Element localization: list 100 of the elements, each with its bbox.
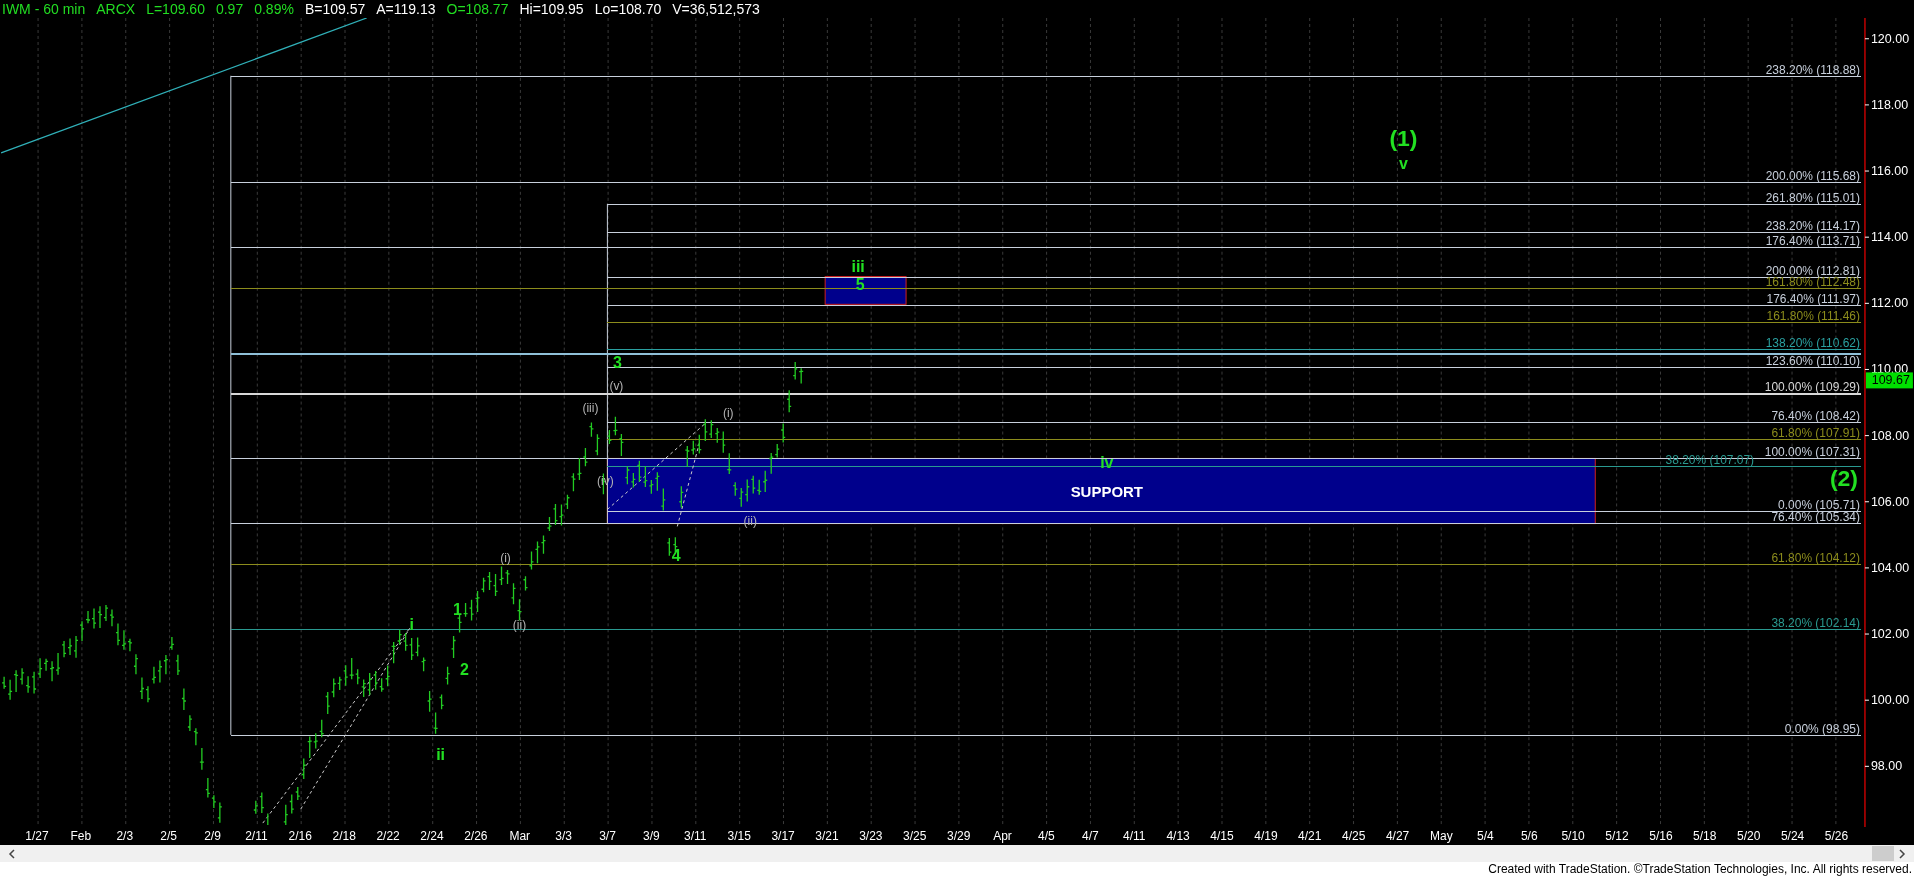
date-axis-label: Feb bbox=[69, 829, 93, 844]
wave-label: 3 bbox=[612, 354, 622, 372]
date-axis-label: 4/27 bbox=[1384, 829, 1411, 844]
quote-field: B=109.57 bbox=[304, 1, 366, 17]
fibonacci-label: 38.20% (102.14) bbox=[1771, 616, 1860, 631]
quote-field: Hi=109.95 bbox=[519, 1, 584, 17]
zone-label: SUPPORT bbox=[1070, 483, 1143, 501]
date-axis-label: 3/15 bbox=[726, 829, 752, 844]
date-axis-label: Mar bbox=[508, 829, 532, 844]
price-axis-label: 104.00 bbox=[1870, 560, 1910, 575]
date-axis-label: 4/11 bbox=[1121, 829, 1147, 844]
fibonacci-label: 61.80% (104.12) bbox=[1771, 551, 1860, 566]
quote-field: O=108.77 bbox=[446, 1, 509, 17]
wave-label: iii bbox=[851, 258, 865, 276]
quote-field: Lo=108.70 bbox=[594, 1, 662, 17]
scroll-left-icon[interactable] bbox=[8, 848, 16, 859]
fibonacci-label: 176.40% (111.97) bbox=[1766, 291, 1860, 306]
wave-label: (v) bbox=[609, 378, 624, 393]
wave-label: 1 bbox=[453, 600, 462, 618]
fibonacci-label: 138.20% (110.62) bbox=[1765, 335, 1860, 350]
date-axis-label: 4/7 bbox=[1080, 829, 1100, 844]
fibonacci-label: 0.00% (105.71) bbox=[1778, 498, 1860, 513]
date-axis-label: 3/29 bbox=[945, 829, 972, 844]
date-axis-label: 3/17 bbox=[770, 829, 796, 844]
fibonacci-label: 261.80% (115.01) bbox=[1765, 190, 1860, 205]
date-axis-label: Apr bbox=[992, 829, 1013, 844]
price-axis-label: 106.00 bbox=[1870, 494, 1910, 509]
date-axis-label: 2/3 bbox=[115, 829, 135, 844]
quote-field: A=119.13 bbox=[376, 1, 436, 17]
quote-field: IWM - 60 min bbox=[2, 1, 86, 17]
wave-label: 4 bbox=[671, 546, 681, 564]
date-axis-label: 2/18 bbox=[331, 829, 357, 844]
date-axis-label: 4/21 bbox=[1297, 829, 1323, 844]
date-axis-label: 5/20 bbox=[1736, 829, 1762, 844]
fibonacci-label: 176.40% (113.71) bbox=[1765, 233, 1860, 248]
price-axis-label: 114.00 bbox=[1870, 230, 1909, 245]
fibonacci-label: 238.20% (118.88) bbox=[1765, 62, 1860, 77]
date-axis-label: 3/25 bbox=[902, 829, 928, 844]
date-axis-label: 2/16 bbox=[287, 829, 313, 844]
price-axis-label: 118.00 bbox=[1870, 97, 1909, 112]
copyright-text: Created with TradeStation. ©TradeStation Technologies, Inc. All rights reserved. bbox=[1488, 862, 1912, 876]
date-axis-label: 4/19 bbox=[1253, 829, 1279, 844]
date-axis-label: 4/25 bbox=[1341, 829, 1367, 844]
date-axis-label: 5/18 bbox=[1692, 829, 1718, 844]
wave-label: (iii) bbox=[582, 400, 599, 415]
scrollbar-thumb[interactable] bbox=[1872, 846, 1894, 861]
date-axis-label: 2/22 bbox=[375, 829, 401, 844]
date-axis-label: 4/15 bbox=[1209, 829, 1235, 844]
date-axis-label: 4/13 bbox=[1165, 829, 1191, 844]
wave-label: (i) bbox=[500, 551, 511, 566]
fibonacci-label: 76.40% (108.42) bbox=[1771, 408, 1860, 423]
date-axis-label: 3/11 bbox=[683, 829, 708, 844]
wave-label: (i) bbox=[722, 405, 734, 420]
date-axis-label: 3/3 bbox=[554, 829, 573, 844]
fibonacci-label: 123.60% (110.10) bbox=[1765, 353, 1860, 368]
date-axis-label: 2/26 bbox=[463, 829, 489, 844]
fibonacci-label: 200.00% (115.68) bbox=[1765, 168, 1860, 183]
date-axis-label: 2/24 bbox=[419, 829, 445, 844]
date-axis-label: 1/27 bbox=[24, 829, 50, 844]
quote-field: 0.97 bbox=[215, 1, 244, 17]
fibonacci-label: 161.80% (111.46) bbox=[1766, 308, 1860, 323]
price-axis-label: 112.00 bbox=[1870, 296, 1909, 311]
wave-label: ii bbox=[436, 745, 446, 763]
wave-label: (2) bbox=[1829, 465, 1858, 492]
date-axis-label: 5/16 bbox=[1648, 829, 1674, 844]
wave-label: 2 bbox=[460, 660, 469, 678]
date-axis-label: 5/12 bbox=[1604, 829, 1630, 844]
date-axis-label: 5/26 bbox=[1823, 829, 1850, 844]
horizontal-scrollbar[interactable] bbox=[0, 845, 1914, 862]
date-axis-label: 5/4 bbox=[1476, 829, 1495, 844]
fibonacci-label: 61.80% (107.91) bbox=[1771, 425, 1860, 440]
date-axis-label: 3/9 bbox=[642, 829, 661, 844]
quote-field: 0.89% bbox=[254, 1, 294, 17]
date-axis-label: 3/23 bbox=[858, 829, 884, 844]
price-axis-label: 102.00 bbox=[1870, 627, 1910, 642]
last-price-tag: 109.67 bbox=[1865, 372, 1913, 389]
fibonacci-label: 238.20% (114.17) bbox=[1765, 218, 1860, 233]
date-axis-label: 4/5 bbox=[1037, 829, 1056, 844]
wave-label: v bbox=[1399, 155, 1408, 173]
date-axis-label: 5/24 bbox=[1779, 829, 1806, 844]
wave-label: i bbox=[409, 615, 414, 633]
date-axis-label: 5/10 bbox=[1560, 829, 1586, 844]
price-axis-label: 120.00 bbox=[1870, 31, 1910, 46]
date-axis-label: 2/9 bbox=[203, 829, 222, 844]
price-axis-label: 100.00 bbox=[1870, 693, 1910, 708]
date-axis-label: 2/5 bbox=[159, 829, 178, 844]
quote-field: ARCX bbox=[96, 1, 136, 17]
quote-field: V=36,512,573 bbox=[672, 1, 760, 17]
fibonacci-label: 76.40% (105.34) bbox=[1771, 510, 1860, 525]
fibonacci-label: 100.00% (107.31) bbox=[1764, 445, 1860, 460]
wave-label: (1) bbox=[1389, 124, 1418, 151]
fibonacci-label: 100.00% (109.29) bbox=[1764, 379, 1860, 394]
fibonacci-label: 0.00% (98.95) bbox=[1784, 722, 1860, 737]
wave-label: (ii) bbox=[512, 618, 527, 633]
date-axis-label: 3/7 bbox=[598, 829, 617, 844]
date-axis-label: 5/6 bbox=[1519, 829, 1539, 844]
scroll-right-icon[interactable] bbox=[1898, 848, 1906, 859]
date-axis-label: 2/11 bbox=[244, 829, 269, 844]
date-axis-label: 3/21 bbox=[814, 829, 840, 844]
date-axis-label: May bbox=[1429, 829, 1454, 844]
